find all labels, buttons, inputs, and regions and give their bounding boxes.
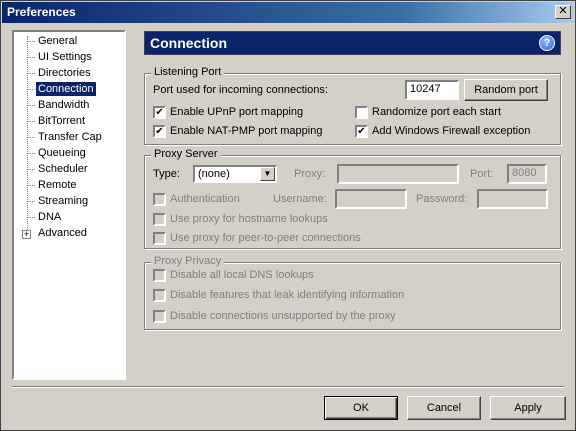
disable-unsupported-label: Disable connections unsupported by the p… — [170, 310, 396, 322]
randomize-port-checkbox[interactable] — [355, 106, 368, 119]
natpmp-checkbox[interactable]: ✔ — [153, 125, 166, 138]
tree-branch — [28, 185, 35, 186]
close-icon: ✕ — [558, 5, 568, 17]
footer-separator — [12, 386, 564, 388]
disable-dns-label: Disable all local DNS lookups — [170, 269, 314, 281]
username-label: Username: — [273, 193, 327, 205]
tree-branch — [28, 73, 35, 74]
proxy-hostname-label: Use proxy for hostname lookups — [170, 213, 328, 225]
proxy-port-label: Port: — [470, 168, 494, 180]
tree-item-remote[interactable]: Remote — [36, 178, 79, 192]
tree-branch — [28, 153, 35, 154]
category-tree[interactable]: General UI Settings Directories Connecti… — [12, 30, 126, 380]
authentication-label: Authentication — [170, 193, 240, 205]
tree-item-general[interactable]: General — [36, 34, 79, 48]
password-label: Password: — [416, 193, 468, 205]
upnp-label: Enable UPnP port mapping — [170, 106, 304, 118]
tree-branch — [28, 169, 35, 170]
tree-item-transfer-cap[interactable]: Transfer Cap — [36, 130, 104, 144]
proxy-type-value: (none) — [198, 168, 230, 180]
group-title: Proxy Server — [151, 148, 221, 160]
tree-item-streaming[interactable]: Streaming — [36, 194, 90, 208]
group-title: Listening Port — [151, 66, 225, 78]
tree-branch — [28, 217, 35, 218]
disable-unsupported-checkbox[interactable] — [153, 310, 166, 323]
disable-dns-checkbox[interactable] — [153, 269, 166, 282]
tree-item-connection[interactable]: Connection — [35, 81, 97, 97]
type-label: Type: — [153, 168, 180, 180]
tree-item-directories[interactable]: Directories — [36, 66, 93, 80]
disable-leak-checkbox[interactable] — [153, 289, 166, 302]
preferences-window: Preferences ✕ General UI Settings Direct… — [0, 0, 576, 431]
cancel-button[interactable]: Cancel — [407, 396, 481, 420]
page-title: Connection — [150, 35, 227, 51]
tree-branch — [28, 105, 35, 106]
proxy-type-select[interactable]: (none) ▼ — [193, 165, 277, 183]
randomize-port-label: Randomize port each start — [372, 106, 502, 118]
check-icon: ✔ — [155, 126, 164, 137]
tree-item-scheduler[interactable]: Scheduler — [36, 162, 90, 176]
group-title: Proxy Privacy — [151, 255, 225, 267]
proxy-label: Proxy: — [294, 168, 326, 180]
page-header: Connection ? — [144, 31, 561, 55]
port-input[interactable]: 10247 — [405, 80, 459, 100]
firewall-label: Add Windows Firewall exception — [372, 125, 531, 137]
close-button[interactable]: ✕ — [555, 5, 571, 19]
tree-branch — [28, 137, 35, 138]
natpmp-label: Enable NAT-PMP port mapping — [170, 125, 323, 137]
password-input[interactable] — [477, 189, 548, 209]
tree-branch — [28, 41, 35, 42]
proxy-p2p-label: Use proxy for peer-to-peer connections — [170, 232, 361, 244]
proxy-port-input[interactable]: 8080 — [507, 164, 547, 184]
upnp-checkbox[interactable]: ✔ — [153, 106, 166, 119]
tree-item-queueing[interactable]: Queueing — [36, 146, 88, 160]
username-input[interactable] — [335, 189, 407, 209]
proxy-hostname-checkbox[interactable] — [153, 213, 166, 226]
window-title: Preferences — [7, 5, 76, 19]
random-port-button[interactable]: Random port — [464, 79, 548, 101]
tree-item-ui-settings[interactable]: UI Settings — [36, 50, 94, 64]
authentication-checkbox[interactable] — [153, 193, 166, 206]
tree-item-advanced[interactable]: Advanced — [36, 226, 89, 240]
check-icon: ✔ — [155, 107, 164, 118]
tree-branch — [28, 89, 35, 90]
title-bar[interactable]: Preferences ✕ — [2, 2, 574, 23]
expand-plus-icon[interactable]: + — [22, 230, 31, 239]
firewall-checkbox[interactable]: ✔ — [355, 125, 368, 138]
tree-item-dna[interactable]: DNA — [36, 210, 63, 224]
proxy-host-input[interactable] — [337, 164, 459, 184]
tree-item-bandwidth[interactable]: Bandwidth — [36, 98, 91, 112]
ok-button[interactable]: OK — [324, 396, 398, 420]
proxy-p2p-checkbox[interactable] — [153, 232, 166, 245]
tree-item-bittorrent[interactable]: BitTorrent — [36, 114, 87, 128]
check-icon: ✔ — [357, 126, 366, 137]
dropdown-arrow-icon[interactable]: ▼ — [260, 167, 275, 181]
tree-branch — [28, 121, 35, 122]
port-label: Port used for incoming connections: — [153, 84, 328, 96]
disable-leak-label: Disable features that leak identifying i… — [170, 289, 405, 301]
tree-branch — [28, 201, 35, 202]
apply-button[interactable]: Apply — [490, 396, 566, 420]
tree-branch — [28, 57, 35, 58]
help-icon[interactable]: ? — [539, 35, 555, 51]
